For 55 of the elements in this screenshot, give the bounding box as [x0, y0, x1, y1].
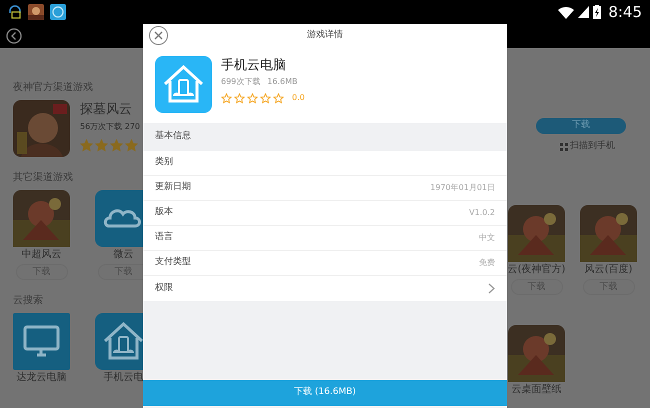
- wifi-icon: [558, 6, 574, 18]
- row-label: 语言: [155, 231, 173, 244]
- scan-link[interactable]: 扫描到手机: [570, 140, 615, 154]
- star-icon: [125, 139, 138, 152]
- app-name: 手机云电: [104, 371, 143, 385]
- monitor-icon: [13, 313, 70, 370]
- row-label: 类别: [155, 156, 173, 170]
- row-label: 支付类型: [155, 256, 191, 270]
- star-icon: [95, 139, 108, 152]
- signal-icon: [578, 6, 590, 18]
- battery-charging-icon: [593, 5, 602, 19]
- section-title: 夜神官方渠道游戏: [13, 81, 94, 95]
- house-icon: [155, 56, 212, 113]
- close-icon: [154, 31, 163, 40]
- row-value: 免费: [479, 257, 495, 269]
- row-label: 版本: [155, 206, 173, 220]
- star-icon: [110, 139, 123, 152]
- app-name: 手机云电脑: [221, 57, 287, 75]
- download-button[interactable]: 下载 (16.6MB): [143, 380, 507, 406]
- app-name: 微云: [114, 248, 134, 262]
- app-name: 云(夜神官方): [508, 262, 566, 276]
- cloud-icon: [95, 190, 143, 247]
- row-label: 更新日期: [155, 181, 191, 194]
- chevron-right-icon[interactable]: [488, 283, 495, 294]
- star-icon: [221, 92, 232, 104]
- app-name: 风云(百度): [584, 262, 632, 276]
- app-meta: 56万次下载 270: [80, 121, 140, 133]
- app-name: 中超风云: [22, 248, 62, 262]
- house-icon: [95, 313, 143, 370]
- section-title: 基本信息: [155, 130, 191, 144]
- row-value: V1.0.2: [469, 207, 495, 219]
- close-button[interactable]: [149, 26, 168, 45]
- qr-code-icon: [560, 142, 568, 151]
- star-icon: [234, 92, 245, 104]
- app-name: 探墓风云: [80, 101, 133, 119]
- download-count: 699次下载: [221, 76, 260, 88]
- app-icon: [50, 4, 66, 20]
- app-name: 云桌面壁纸: [512, 382, 562, 396]
- download-button[interactable]: 下载: [536, 118, 626, 134]
- section-title: 云搜索: [13, 294, 44, 308]
- clock-time: 8:45: [608, 2, 642, 23]
- row-value: 中文: [479, 232, 495, 244]
- section-title: 其它渠道游戏: [13, 171, 74, 185]
- row-value: 1970年01月01日: [430, 182, 495, 194]
- star-icon: [260, 92, 271, 104]
- star-icon: [247, 92, 258, 104]
- dialog-title: 游戏详情: [307, 29, 343, 42]
- star-icon: [80, 139, 93, 152]
- star-icon: [273, 92, 284, 104]
- file-size: 16.6MB: [267, 76, 298, 88]
- row-label: 权限: [155, 282, 173, 295]
- rating-value: 0.0: [292, 92, 305, 104]
- back-icon[interactable]: [6, 28, 22, 44]
- app-name: 达龙云电脑: [16, 371, 66, 385]
- headset-icon: [8, 4, 22, 20]
